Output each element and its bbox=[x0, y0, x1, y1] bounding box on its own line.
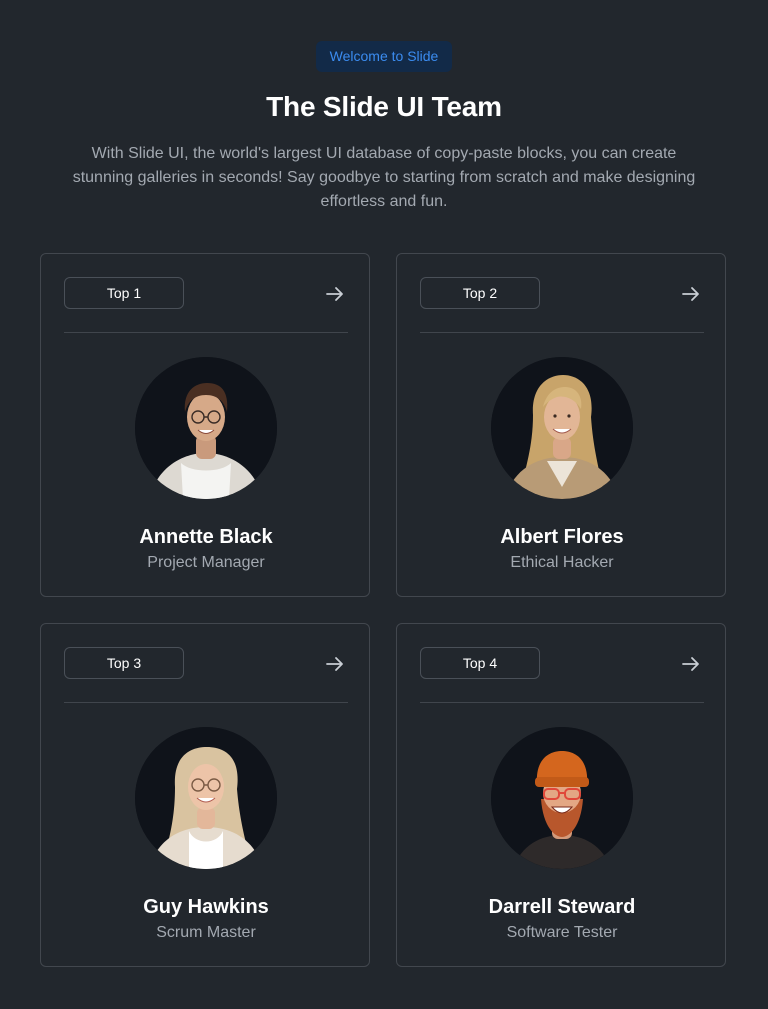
team-card[interactable]: Top 4 Darrell Steward Software Tester bbox=[396, 623, 726, 967]
arrow-right-icon[interactable] bbox=[680, 653, 702, 675]
member-role: Software Tester bbox=[506, 924, 618, 941]
member-name: Darrell Steward bbox=[488, 896, 636, 918]
card-divider bbox=[420, 332, 704, 333]
arrow-right-icon[interactable] bbox=[324, 653, 346, 675]
page-title: The Slide UI Team bbox=[266, 91, 502, 122]
team-page: Welcome to Slide The Slide UI Team With … bbox=[0, 0, 768, 1009]
team-card[interactable]: Top 2 Albert Flores Ethical Hacker bbox=[396, 253, 726, 597]
team-card[interactable]: Top 3 Guy Hawkins Scrum Master bbox=[40, 623, 370, 967]
member-name: Annette Black bbox=[139, 526, 273, 548]
avatar bbox=[491, 357, 633, 499]
arrow-right-icon[interactable] bbox=[680, 283, 702, 305]
team-card[interactable]: Top 1 Annette Black Project Manager bbox=[40, 253, 370, 597]
welcome-badge: Welcome to Slide bbox=[316, 41, 452, 72]
avatar bbox=[135, 727, 277, 869]
avatar bbox=[491, 727, 633, 869]
member-name: Albert Flores bbox=[500, 526, 624, 548]
avatar bbox=[135, 357, 277, 499]
member-role: Project Manager bbox=[147, 554, 265, 571]
member-role: Scrum Master bbox=[156, 924, 256, 941]
arrow-right-icon[interactable] bbox=[324, 283, 346, 305]
rank-badge: Top 2 bbox=[420, 277, 540, 309]
member-name: Guy Hawkins bbox=[143, 896, 269, 918]
card-divider bbox=[420, 702, 704, 703]
card-divider bbox=[64, 332, 348, 333]
member-role: Ethical Hacker bbox=[510, 554, 614, 571]
rank-badge: Top 1 bbox=[64, 277, 184, 309]
rank-badge: Top 4 bbox=[420, 647, 540, 679]
card-divider bbox=[64, 702, 348, 703]
page-subtitle: With Slide UI, the world's largest UI da… bbox=[72, 145, 696, 210]
rank-badge: Top 3 bbox=[64, 647, 184, 679]
